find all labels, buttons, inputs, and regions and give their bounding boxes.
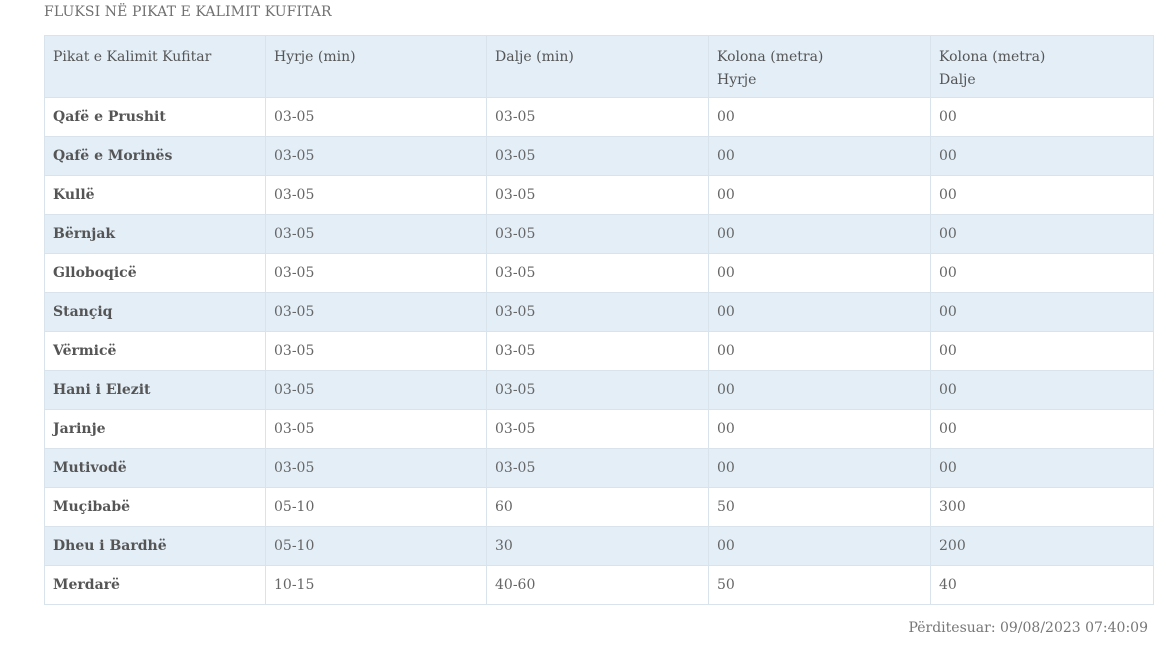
- cell-queue-entry: 00: [708, 214, 931, 254]
- cell-exit-min: 03-05: [486, 214, 709, 254]
- cell-exit-min: 03-05: [486, 409, 709, 449]
- header-exit-min: Dalje (min): [486, 35, 709, 98]
- cell-exit-min: 03-05: [486, 253, 709, 293]
- cell-entry-min: 03-05: [265, 331, 487, 371]
- cell-crossing-point: Vërmicë: [44, 331, 266, 371]
- cell-queue-entry: 00: [708, 136, 931, 176]
- cell-crossing-point: Stançiq: [44, 292, 266, 332]
- header-queue-exit: Kolona (metra) Dalje: [930, 35, 1154, 98]
- cell-entry-min: 10-15: [265, 565, 487, 605]
- cell-queue-exit: 40: [930, 565, 1154, 605]
- cell-queue-entry: 00: [708, 448, 931, 488]
- cell-queue-exit: 00: [930, 97, 1154, 137]
- header-queue-exit-label: Kolona (metra): [939, 49, 1046, 65]
- last-updated-timestamp: Përditesuar: 09/08/2023 07:40:09: [908, 620, 1148, 636]
- cell-exit-min: 03-05: [486, 448, 709, 488]
- table-body: Qafë e Prushit 03-05 03-05 00 00 Qafë e Morin…: [44, 97, 1154, 605]
- cell-queue-exit: 00: [930, 253, 1154, 293]
- cell-queue-entry: 00: [708, 253, 931, 293]
- cell-queue-exit: 00: [930, 136, 1154, 176]
- header-queue-entry-sublabel: Hyrje: [717, 72, 757, 88]
- cell-exit-min: 03-05: [486, 136, 709, 176]
- cell-queue-entry: 00: [708, 370, 931, 410]
- table-row: Qafë e Prushit 03-05 03-05 00 00: [44, 97, 1154, 137]
- cell-queue-exit: 00: [930, 331, 1154, 371]
- cell-queue-entry: 00: [708, 409, 931, 449]
- table-header: Pikat e Kalimit Kufitar Hyrje (min) Dalj…: [44, 35, 1154, 98]
- cell-queue-exit: 00: [930, 409, 1154, 449]
- cell-queue-exit: 00: [930, 175, 1154, 215]
- header-row: Pikat e Kalimit Kufitar Hyrje (min) Dalj…: [44, 35, 1154, 98]
- header-queue-exit-sublabel: Dalje: [939, 72, 976, 88]
- cell-crossing-point: Qafë e Prushit: [44, 97, 266, 137]
- header-entry-min-label: Hyrje (min): [274, 49, 356, 65]
- cell-queue-exit: 200: [930, 526, 1154, 566]
- table-row: Vërmicë 03-05 03-05 00 00: [44, 331, 1154, 371]
- header-entry-min: Hyrje (min): [265, 35, 487, 98]
- table-row: Qafë e Morinës 03-05 03-05 00 00: [44, 136, 1154, 176]
- cell-crossing-point: Muçibabë: [44, 487, 266, 527]
- cell-crossing-point: Merdarë: [44, 565, 266, 605]
- cell-entry-min: 05-10: [265, 487, 487, 527]
- page-title: FLUKSI NË PIKAT E KALIMIT KUFITAR: [44, 4, 332, 20]
- header-exit-min-label: Dalje (min): [495, 49, 574, 65]
- table-row: Glloboqicë 03-05 03-05 00 00: [44, 253, 1154, 293]
- table-row: Dheu i Bardhë 05-10 30 00 200: [44, 526, 1154, 566]
- border-flux-table: Pikat e Kalimit Kufitar Hyrje (min) Dalj…: [44, 35, 1154, 605]
- cell-queue-exit: 00: [930, 448, 1154, 488]
- cell-crossing-point: Qafë e Morinës: [44, 136, 266, 176]
- cell-queue-entry: 50: [708, 565, 931, 605]
- header-crossing-point-label: Pikat e Kalimit Kufitar: [53, 49, 212, 65]
- cell-queue-exit: 300: [930, 487, 1154, 527]
- table-row: Hani i Elezit 03-05 03-05 00 00: [44, 370, 1154, 410]
- table-row: Merdarë 10-15 40-60 50 40: [44, 565, 1154, 605]
- cell-entry-min: 03-05: [265, 136, 487, 176]
- cell-entry-min: 03-05: [265, 292, 487, 332]
- cell-crossing-point: Hani i Elezit: [44, 370, 266, 410]
- cell-queue-entry: 00: [708, 526, 931, 566]
- table-row: Muçibabë 05-10 60 50 300: [44, 487, 1154, 527]
- cell-queue-entry: 00: [708, 331, 931, 371]
- cell-entry-min: 03-05: [265, 214, 487, 254]
- cell-entry-min: 03-05: [265, 448, 487, 488]
- cell-crossing-point: Bërnjak: [44, 214, 266, 254]
- cell-queue-entry: 50: [708, 487, 931, 527]
- header-crossing-point: Pikat e Kalimit Kufitar: [44, 35, 266, 98]
- cell-exit-min: 03-05: [486, 370, 709, 410]
- cell-exit-min: 40-60: [486, 565, 709, 605]
- cell-crossing-point: Glloboqicë: [44, 253, 266, 293]
- cell-exit-min: 60: [486, 487, 709, 527]
- cell-crossing-point: Jarinje: [44, 409, 266, 449]
- table-row: Bërnjak 03-05 03-05 00 00: [44, 214, 1154, 254]
- cell-exit-min: 03-05: [486, 331, 709, 371]
- cell-crossing-point: Mutivodë: [44, 448, 266, 488]
- cell-exit-min: 30: [486, 526, 709, 566]
- cell-entry-min: 05-10: [265, 526, 487, 566]
- cell-queue-exit: 00: [930, 292, 1154, 332]
- cell-entry-min: 03-05: [265, 370, 487, 410]
- table-row: Stançiq 03-05 03-05 00 00: [44, 292, 1154, 332]
- cell-queue-entry: 00: [708, 97, 931, 137]
- table-row: Jarinje 03-05 03-05 00 00: [44, 409, 1154, 449]
- cell-entry-min: 03-05: [265, 175, 487, 215]
- header-queue-entry: Kolona (metra) Hyrje: [708, 35, 931, 98]
- cell-exit-min: 03-05: [486, 97, 709, 137]
- cell-crossing-point: Kullë: [44, 175, 266, 215]
- cell-queue-entry: 00: [708, 292, 931, 332]
- cell-entry-min: 03-05: [265, 253, 487, 293]
- table-row: Mutivodë 03-05 03-05 00 00: [44, 448, 1154, 488]
- table-row: Kullë 03-05 03-05 00 00: [44, 175, 1154, 215]
- cell-exit-min: 03-05: [486, 175, 709, 215]
- cell-entry-min: 03-05: [265, 97, 487, 137]
- cell-crossing-point: Dheu i Bardhë: [44, 526, 266, 566]
- cell-entry-min: 03-05: [265, 409, 487, 449]
- cell-queue-exit: 00: [930, 370, 1154, 410]
- cell-queue-exit: 00: [930, 214, 1154, 254]
- cell-exit-min: 03-05: [486, 292, 709, 332]
- header-queue-entry-label: Kolona (metra): [717, 49, 824, 65]
- cell-queue-entry: 00: [708, 175, 931, 215]
